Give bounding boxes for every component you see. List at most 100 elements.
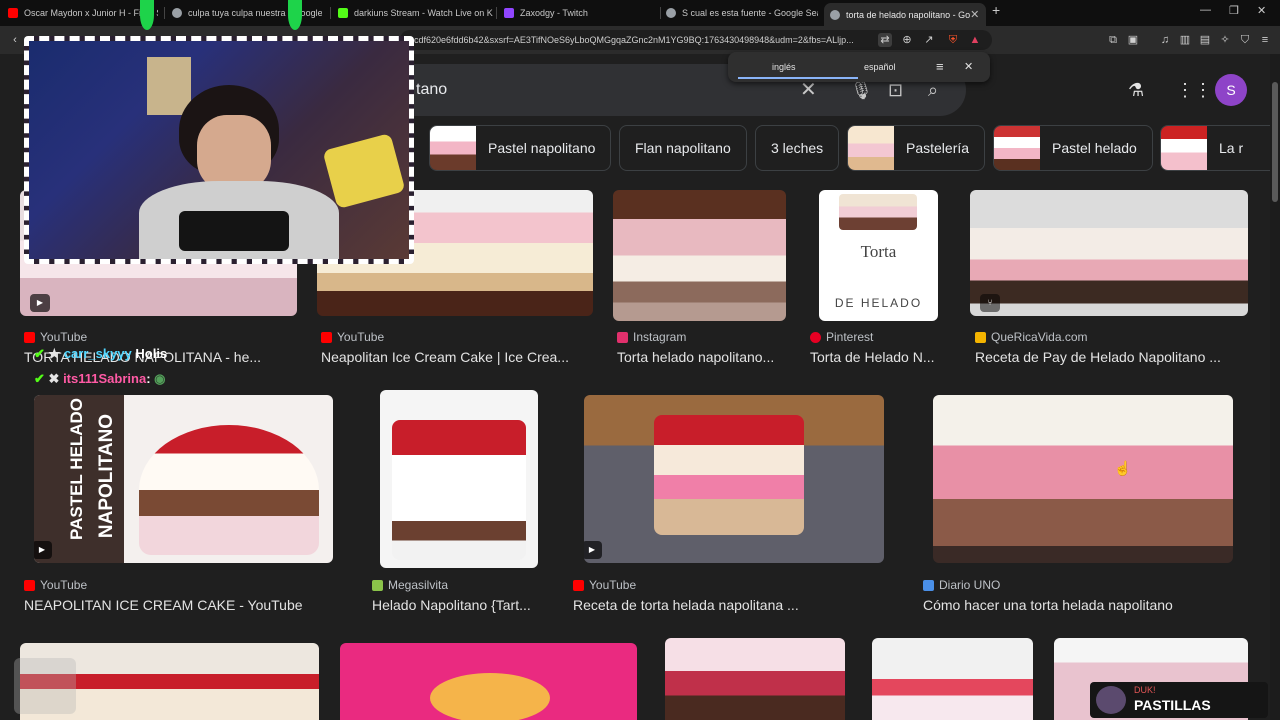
translate-lang-2[interactable]: español — [864, 62, 896, 72]
chip-flan-napolitano[interactable]: Flan napolitano — [619, 125, 747, 171]
youtube-icon — [24, 579, 35, 591]
google-icon — [666, 8, 676, 18]
result-image-11[interactable] — [340, 643, 637, 720]
result-image-3[interactable] — [613, 190, 786, 321]
chip-pasteleria[interactable]: Pastelería — [847, 125, 985, 171]
recipe-icon: ⑂ — [980, 294, 1000, 312]
zoom-icon[interactable]: ⊕ — [900, 33, 914, 47]
site-icon — [975, 331, 986, 343]
emote-icon: ◉ — [154, 371, 166, 386]
result-image-8[interactable]: ▶ — [584, 395, 884, 563]
result-image-12[interactable] — [665, 638, 845, 720]
chat-message-2: ✔ ✖ its111Sabrina: ◉ — [34, 371, 166, 387]
result-image-13[interactable] — [872, 638, 1033, 720]
labs-icon[interactable]: ⚗ — [1128, 80, 1144, 101]
cursor-hand-icon: ☝ — [1114, 460, 1132, 476]
badge-icon: ✔ — [34, 371, 45, 386]
clear-search-icon[interactable]: ✕ — [800, 80, 817, 100]
voice-search-icon[interactable]: 🎙︎ — [850, 80, 873, 100]
google-icon — [830, 9, 840, 20]
chip-la-r[interactable]: La r — [1160, 125, 1270, 171]
chip-thumb — [430, 126, 476, 170]
result-source-1: YouTube — [24, 330, 87, 344]
share-icon[interactable]: ↗ — [922, 33, 936, 47]
tab-3[interactable]: darkiuns Stream - Watch Live on Kick — [338, 2, 493, 24]
search-icon[interactable]: ⌕ — [928, 80, 938, 100]
chip-3-leches[interactable]: 3 leches — [755, 125, 839, 171]
translate-lang-1[interactable]: inglés — [772, 62, 796, 72]
play-icon: ▶ — [30, 294, 50, 312]
play-icon: ▶ — [584, 541, 602, 559]
youtube-icon — [573, 579, 584, 591]
translate-menu-icon[interactable]: ≡ — [936, 59, 944, 74]
translate-icon[interactable]: ⇄ — [878, 33, 892, 47]
translate-close-icon[interactable]: ✕ — [964, 60, 973, 73]
chip-thumb — [994, 126, 1040, 170]
result-image-7[interactable] — [380, 390, 538, 568]
close-tab-icon[interactable]: ✕ — [970, 8, 979, 21]
result-source-3: Instagram — [617, 330, 686, 344]
search-query[interactable]: tano — [416, 81, 447, 99]
ai-icon[interactable]: ✧ — [1218, 33, 1232, 47]
result-title-7[interactable]: Helado Napolitano {Tart... — [372, 597, 540, 613]
result-title-8[interactable]: Receta de torta helada napolitana ... — [573, 597, 883, 613]
result-title-5[interactable]: Receta de Pay de Helado Napolitano ... — [975, 349, 1245, 365]
back-icon[interactable]: ‹ — [8, 33, 22, 47]
tab-1[interactable]: Oscar Maydon x Junior H - Fin T Se — [8, 2, 158, 24]
kick-icon — [338, 8, 348, 18]
extensions-icon[interactable]: ⧉ — [1106, 33, 1120, 47]
result-title-3[interactable]: Torta helado napolitano... — [617, 349, 787, 365]
page-scrollbar[interactable] — [1270, 54, 1280, 720]
result-title-6[interactable]: NEAPOLITAN ICE CREAM CAKE - YouTube — [24, 597, 344, 613]
tab-4[interactable]: Zaxodgy - Twitch — [504, 2, 654, 24]
pinterest-icon — [810, 331, 821, 343]
chip-pastel-napolitano[interactable]: Pastel napolitano — [429, 125, 611, 171]
cake-photo — [430, 673, 550, 720]
stream-alert: DUK! PASTILLAS — [1090, 682, 1268, 718]
chip-pastel-helado[interactable]: Pastel helado — [993, 125, 1153, 171]
chat-text-1: Holis — [135, 346, 168, 361]
vpn-icon[interactable]: ⛉ — [1238, 33, 1252, 47]
star-icon: ★ — [48, 346, 61, 361]
result-image-6[interactable]: PASTEL HELADO NAPOLITANO ▶ — [34, 395, 333, 563]
result-source-4: Pinterest — [810, 330, 873, 344]
chip-thumb — [848, 126, 894, 170]
play-icon: ▶ — [34, 541, 52, 559]
result-image-4[interactable]: Torta DE HELADO — [819, 190, 938, 321]
tab-active[interactable]: torta de helado napolitano - Go ✕ — [824, 3, 986, 26]
result-title-4[interactable]: Torta de Helado N... — [810, 349, 945, 365]
screenshot-icon[interactable]: ▣ — [1126, 33, 1140, 47]
music-icon[interactable]: ♫ — [1158, 33, 1172, 47]
cake-photo — [392, 420, 526, 560]
tab-5[interactable]: S cual es esta fuente - Google Search — [666, 2, 818, 24]
webcam-overlay — [24, 36, 414, 264]
card-vertical-title-2: NAPOLITANO — [96, 413, 117, 539]
result-source-6: YouTube — [24, 578, 87, 592]
brave-shield-icon[interactable]: ⛨ — [946, 33, 960, 47]
streamer-face — [197, 115, 271, 191]
card-vertical-title-1: PASTEL HELADO — [67, 398, 86, 540]
selected-lang-indicator — [738, 77, 858, 79]
scrollbar-thumb[interactable] — [1272, 82, 1278, 202]
result-title-9[interactable]: Cómo hacer una torta helada napolitano — [923, 597, 1223, 613]
sidebar-icon[interactable]: ▥ — [1178, 33, 1192, 47]
close-window-icon[interactable]: ✕ — [1257, 4, 1266, 17]
muted-icon: ✖ — [48, 371, 60, 386]
site-icon — [923, 579, 934, 591]
lens-icon[interactable]: ⊡ — [888, 80, 903, 100]
maximize-icon[interactable]: ❐ — [1229, 4, 1239, 17]
google-icon — [172, 8, 182, 18]
brave-rewards-icon[interactable]: ▲ — [968, 33, 982, 47]
menu-icon[interactable]: ≡ — [1258, 33, 1272, 47]
wallet-icon[interactable]: ▤ — [1198, 33, 1212, 47]
alert-avatar-icon — [1096, 686, 1126, 714]
new-tab-button[interactable]: + — [992, 2, 1000, 18]
result-title-2[interactable]: Neapolitan Ice Cream Cake | Ice Crea... — [321, 349, 591, 365]
result-source-8: YouTube — [573, 578, 636, 592]
card-overlay-title: Torta — [860, 242, 897, 261]
avatar[interactable]: S — [1215, 74, 1247, 106]
result-image-9[interactable] — [933, 395, 1233, 563]
result-image-5[interactable]: ⑂ — [970, 190, 1248, 316]
result-source-2: YouTube — [321, 330, 384, 344]
minimize-icon[interactable]: — — [1200, 4, 1211, 16]
